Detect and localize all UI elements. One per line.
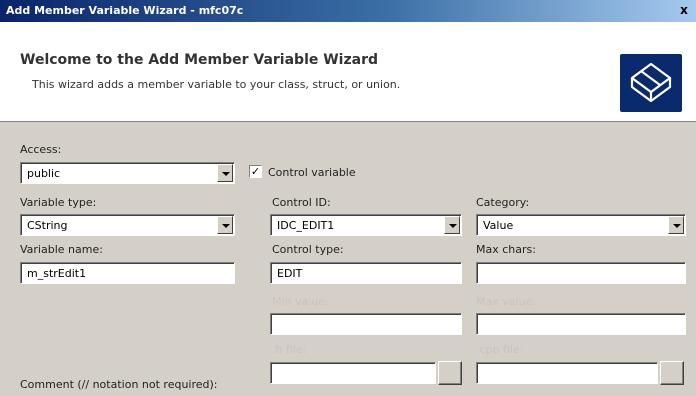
wizard-logo-icon	[620, 54, 682, 112]
window-title: Add Member Variable Wizard - mfc07c	[6, 4, 244, 17]
page-title: Welcome to the Add Member Variable Wizar…	[20, 52, 379, 68]
category-combo[interactable]: Value	[476, 214, 686, 236]
close-icon[interactable]: x	[676, 2, 692, 18]
chevron-down-icon[interactable]	[444, 216, 460, 234]
max-value-label: Max value:	[476, 295, 536, 308]
category-value: Value	[483, 219, 514, 232]
chevron-down-icon[interactable]	[217, 164, 233, 182]
h-file-browse-button[interactable]	[438, 361, 462, 385]
cpp-file-browse-button[interactable]	[660, 361, 684, 385]
max-value-input[interactable]	[476, 313, 686, 335]
control-variable-checkbox[interactable]: ✓	[249, 165, 262, 178]
control-variable-label: Control variable	[268, 166, 356, 179]
control-type-label: Control type:	[272, 243, 344, 256]
control-id-combo[interactable]: IDC_EDIT1	[270, 214, 462, 236]
cpp-file-label: .cpp file:	[476, 343, 524, 356]
h-file-input[interactable]	[270, 362, 436, 384]
variable-type-combo[interactable]: CString	[20, 214, 235, 236]
max-chars-input[interactable]	[476, 262, 686, 284]
variable-type-value: CString	[27, 219, 68, 232]
wizard-header: Welcome to the Add Member Variable Wizar…	[0, 22, 696, 122]
control-id-label: Control ID:	[272, 196, 331, 209]
title-bar: Add Member Variable Wizard - mfc07c x	[0, 0, 696, 22]
access-label: Access:	[20, 143, 62, 156]
variable-name-label: Variable name:	[20, 243, 103, 256]
min-value-label: Min value:	[272, 295, 329, 308]
variable-type-label: Variable type:	[20, 196, 97, 209]
control-id-value: IDC_EDIT1	[277, 219, 335, 232]
cpp-file-input[interactable]	[476, 362, 658, 384]
chevron-down-icon[interactable]	[217, 216, 233, 234]
variable-name-input[interactable]: m_strEdit1	[20, 262, 235, 284]
page-subtitle: This wizard adds a member variable to yo…	[32, 78, 401, 91]
category-label: Category:	[476, 196, 530, 209]
access-value: public	[27, 167, 61, 180]
control-type-field: EDIT	[270, 262, 462, 284]
max-chars-label: Max chars:	[476, 243, 536, 256]
comment-label: Comment (// notation not required):	[20, 378, 218, 391]
min-value-input[interactable]	[270, 313, 462, 335]
h-file-label: .h file:	[272, 343, 307, 356]
access-combo[interactable]: public	[20, 162, 235, 184]
chevron-down-icon[interactable]	[668, 216, 684, 234]
